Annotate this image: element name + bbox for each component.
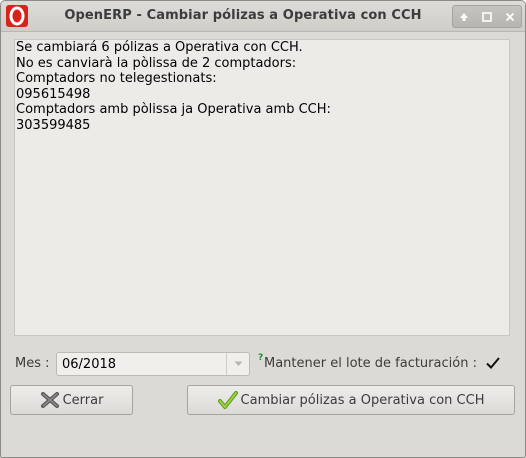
message-line: Comptadors no telegestionats: (16, 71, 217, 86)
checkmark-icon (217, 391, 238, 409)
title-bar[interactable]: OpenERP - Cambiar pólizas a Operativa co… (1, 1, 525, 32)
message-line: 095615498 (16, 86, 91, 102)
mes-label: Mes : (15, 356, 50, 371)
close-icon[interactable] (498, 6, 521, 27)
mantener-lote-label: Mantener el lote de facturación : (264, 356, 477, 371)
arrow-up-icon[interactable] (453, 6, 476, 27)
close-button-label: Cerrar (62, 392, 104, 408)
apply-button[interactable]: Cambiar pólizas a Operativa con CCH (187, 385, 515, 415)
maximize-icon[interactable] (476, 6, 499, 27)
apply-button-label: Cambiar pólizas a Operativa con CCH (240, 392, 485, 408)
mes-value: 06/2018 (62, 357, 117, 372)
mes-combo[interactable]: 06/2018 (56, 352, 250, 376)
message-text-area[interactable]: Se cambiará 6 pólizas a Operativa con CC… (14, 39, 510, 336)
dialog-window: OpenERP - Cambiar pólizas a Operativa co… (0, 0, 526, 458)
message-line: No es canviarà la pòlissa de 2 comptador… (16, 55, 297, 71)
window-title: OpenERP - Cambiar pólizas a Operativa co… (64, 8, 422, 23)
message-line: Se cambiará 6 pólizas a Operativa con CC… (16, 40, 303, 55)
help-icon[interactable]: ? (258, 353, 263, 363)
chevron-down-icon[interactable] (226, 353, 249, 375)
mantener-lote-checkbox[interactable] (485, 355, 501, 371)
window-controls (452, 5, 522, 28)
message-line: Comptadors amb pòlissa ja Operativa amb … (16, 102, 331, 117)
message-line: 303599485 (16, 117, 91, 133)
close-button[interactable]: Cerrar (10, 385, 133, 415)
close-x-icon (40, 392, 59, 408)
